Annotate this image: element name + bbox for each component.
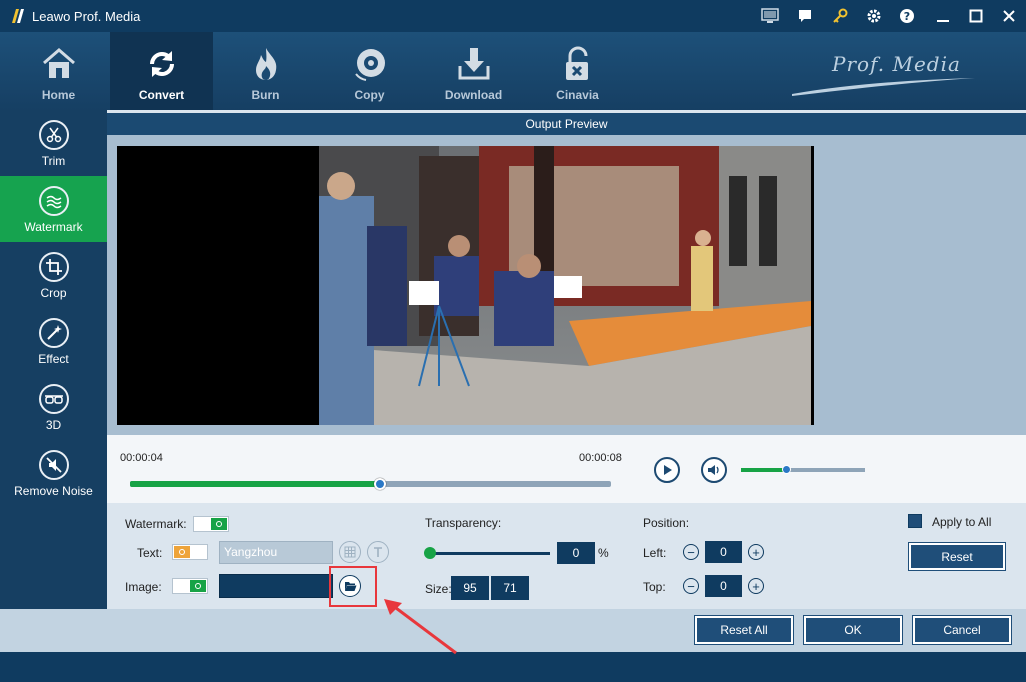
crop-icon	[38, 252, 69, 282]
nav-cinavia[interactable]: Cinavia	[526, 32, 629, 110]
nav-burn[interactable]: Burn	[214, 32, 317, 110]
sidebar-item-effect[interactable]: Effect	[0, 308, 107, 374]
transparency-thumb[interactable]	[424, 547, 436, 559]
volume-button[interactable]	[701, 457, 727, 483]
video-frame-image	[319, 146, 811, 425]
sidebar-item-watermark[interactable]: Watermark	[0, 176, 107, 242]
chat-icon[interactable]	[795, 6, 815, 26]
3d-glasses-icon	[38, 384, 69, 414]
ok-button[interactable]: OK	[804, 616, 902, 644]
app-title: Leawo Prof. Media	[32, 9, 141, 24]
transparency-value[interactable]: 0	[557, 542, 595, 564]
play-button[interactable]	[654, 457, 680, 483]
scissors-icon	[38, 120, 69, 150]
edit-sidebar: Trim Watermark Crop Effect 3D Remove Noi…	[0, 110, 107, 609]
end-time: 00:00:08	[579, 452, 622, 464]
top-label: Top:	[643, 580, 666, 594]
nav-download[interactable]: Download	[422, 32, 525, 110]
convert-icon	[142, 44, 182, 84]
play-icon	[664, 465, 672, 475]
app-logo-icon	[12, 9, 24, 23]
left-increment-button[interactable]: +	[748, 544, 764, 560]
nav-home[interactable]: Home	[7, 32, 110, 110]
transparency-label: Transparency:	[425, 516, 502, 530]
gear-icon[interactable]	[864, 6, 884, 26]
sidebar-item-crop[interactable]: Crop	[0, 242, 107, 308]
main-toolbar: Home Convert Burn Copy Download Cinavia …	[0, 32, 1026, 110]
brand-swoosh-icon	[792, 78, 975, 96]
left-label: Left:	[643, 546, 667, 560]
minus-icon: −	[687, 578, 695, 594]
image-label: Image:	[125, 580, 162, 594]
flame-icon	[246, 44, 286, 84]
watermark-icon	[38, 186, 69, 216]
watermark-text-input[interactable]: Yangzhou	[219, 541, 333, 564]
seek-bar[interactable]	[130, 478, 611, 490]
cancel-button[interactable]: Cancel	[913, 616, 1011, 644]
reset-all-button[interactable]: Reset All	[695, 616, 793, 644]
player-controls	[107, 435, 1026, 503]
key-icon[interactable]	[830, 6, 850, 26]
unlock-icon	[558, 44, 598, 84]
current-time: 00:00:04	[120, 452, 163, 464]
grid-icon	[344, 546, 356, 558]
close-icon[interactable]	[999, 6, 1019, 26]
image-toggle[interactable]	[172, 578, 208, 594]
apply-to-all-checkbox[interactable]	[908, 514, 922, 528]
disc-icon	[350, 44, 390, 84]
video-preview[interactable]	[117, 146, 814, 425]
brand-logo: Prof. Media	[790, 50, 980, 100]
svg-text:?: ?	[904, 10, 910, 23]
watermark-label: Watermark:	[125, 517, 187, 531]
help-icon[interactable]: ?	[897, 6, 917, 26]
annotation-highlight-box	[329, 566, 377, 607]
minimize-icon[interactable]	[933, 6, 953, 26]
plus-icon: +	[752, 544, 760, 560]
text-toggle[interactable]	[172, 544, 208, 560]
image-path-input[interactable]	[219, 574, 333, 598]
nav-convert[interactable]: Convert	[110, 32, 213, 110]
sidebar-item-trim[interactable]: Trim	[0, 110, 107, 176]
seek-bar-progress	[130, 481, 381, 487]
preview-header: Output Preview	[107, 113, 1026, 135]
left-decrement-button[interactable]: −	[683, 544, 699, 560]
watermark-toggle[interactable]	[193, 516, 229, 532]
maximize-icon[interactable]	[966, 6, 986, 26]
nav-copy[interactable]: Copy	[318, 32, 421, 110]
font-t-icon	[374, 547, 382, 557]
effect-wand-icon	[38, 318, 69, 348]
top-value-input[interactable]: 0	[705, 575, 742, 597]
status-bar	[0, 652, 1026, 682]
text-grid-button[interactable]	[339, 541, 361, 563]
volume-thumb[interactable]	[781, 465, 791, 474]
top-increment-button[interactable]: +	[748, 578, 764, 594]
annotation-arrow-icon	[384, 599, 457, 655]
home-icon	[39, 44, 79, 84]
size-label: Size:	[425, 582, 452, 596]
title-bar: Leawo Prof. Media ?	[0, 0, 1026, 32]
top-decrement-button[interactable]: −	[683, 578, 699, 594]
volume-level	[741, 468, 786, 472]
speaker-icon	[708, 465, 719, 475]
sidebar-item-remove-noise[interactable]: Remove Noise	[0, 440, 107, 506]
size-height-input[interactable]: 71	[491, 576, 529, 600]
position-label: Position:	[643, 516, 690, 530]
apply-to-all-label: Apply to All	[932, 515, 992, 529]
text-label: Text:	[137, 546, 163, 560]
plus-icon: +	[752, 578, 760, 594]
text-font-button[interactable]	[367, 541, 389, 563]
minus-icon: −	[687, 544, 695, 560]
sidebar-item-3d[interactable]: 3D	[0, 374, 107, 440]
transparency-unit: %	[598, 546, 609, 560]
screen-icon[interactable]	[760, 6, 780, 26]
reset-button[interactable]: Reset	[909, 543, 1005, 570]
noise-off-icon	[38, 450, 69, 480]
download-icon	[454, 44, 494, 84]
left-value-input[interactable]: 0	[705, 541, 742, 563]
volume-slider[interactable]	[741, 465, 865, 474]
seek-bar-thumb[interactable]	[374, 478, 387, 490]
transparency-slider[interactable]	[431, 552, 550, 555]
